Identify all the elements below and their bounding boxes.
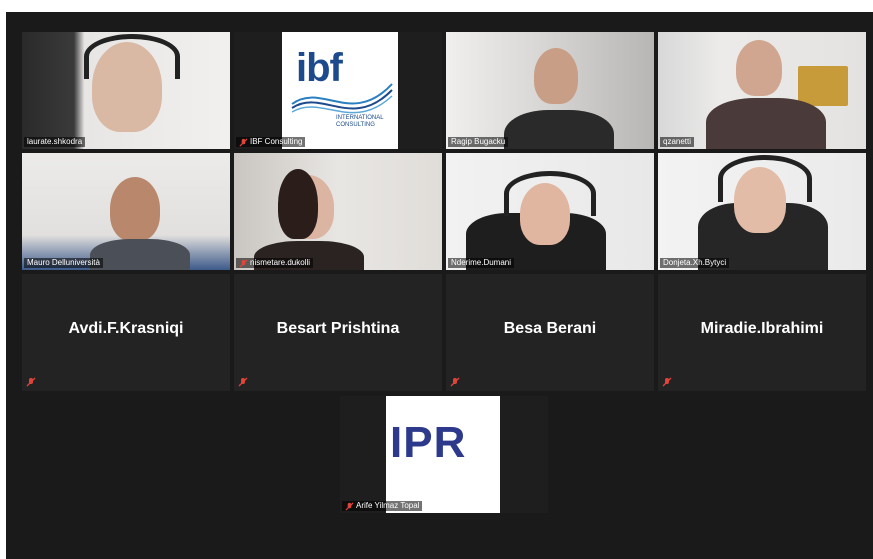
participant-name-tag: Nderime.Dumani (448, 258, 515, 268)
mic-muted-icon (345, 501, 354, 511)
participant-name-tag: Arife Yilmaz Topal (342, 501, 423, 511)
participant-name: Nderime.Dumani (451, 258, 512, 267)
ipr-logo: IPR (386, 396, 500, 513)
headset (504, 171, 596, 216)
participant-name-tag: IBF Consulting (236, 137, 306, 147)
participant-tile[interactable]: Ragip Bugacku (446, 32, 654, 149)
mic-muted-icon (26, 377, 36, 387)
participant-tile[interactable]: ibf INTERNATIONAL CONSULTING IBF Consult… (234, 32, 442, 149)
participant-name-tag: nismetare.dukolli (236, 258, 314, 268)
mic-muted-icon (450, 377, 460, 387)
participant-name: Arife Yilmaz Topal (356, 501, 420, 510)
participant-name: nismetare.dukolli (250, 258, 311, 267)
participant-tile[interactable]: Miradie.Ibrahimi (658, 274, 866, 391)
participant-hair (278, 169, 318, 239)
participant-name: Donjeta.Xh.Bytyci (663, 258, 727, 267)
participant-name-tag: Donjeta.Xh.Bytyci (660, 258, 730, 268)
mic-muted-icon (662, 377, 672, 387)
wave-icon (291, 83, 393, 114)
mic-muted-icon (239, 258, 248, 268)
participant-tile[interactable]: Avdi.F.Krasniqi (22, 274, 230, 391)
ibf-logo: ibf INTERNATIONAL CONSULTING (282, 32, 398, 149)
participant-photo (736, 40, 782, 96)
participant-tile[interactable]: Besart Prishtina (234, 274, 442, 391)
participant-tile[interactable]: Donjeta.Xh.Bytyci (658, 153, 866, 270)
participant-tile[interactable]: Nderime.Dumani (446, 153, 654, 270)
participant-tile[interactable]: Besa Berani (446, 274, 654, 391)
headset (718, 155, 812, 202)
participant-tile[interactable]: IPR Arife Yilmaz Topal (340, 396, 548, 513)
participant-tile[interactable]: laurate.shkodra (22, 32, 230, 149)
participant-name: qzanetti (663, 137, 692, 146)
participant-name: Besa Berani (503, 320, 597, 337)
wall-painting (798, 66, 848, 106)
ipr-logo-text: IPR (390, 418, 467, 467)
participant-name-tag: qzanetti (660, 137, 695, 147)
participant-name-tag: laurate.shkodra (24, 137, 86, 147)
participant-body (504, 110, 614, 149)
participant-name: Miradie.Ibrahimi (700, 320, 824, 337)
participant-name: laurate.shkodra (27, 137, 83, 146)
participant-tile[interactable]: Mauro Delluniversità (22, 153, 230, 270)
participant-body (90, 239, 190, 270)
participant-name-tag: Ragip Bugacku (448, 137, 509, 147)
participant-name: Avdi.F.Krasniqi (68, 320, 184, 337)
participant-photo (534, 48, 578, 104)
participant-tile-active-speaker[interactable]: qzanetti (658, 32, 866, 149)
mic-muted-icon (239, 137, 248, 147)
participant-name: Ragip Bugacku (451, 137, 506, 146)
participant-body (706, 98, 826, 149)
mic-muted-icon (238, 377, 248, 387)
participant-name-tag: Mauro Delluniversità (24, 258, 103, 268)
participant-name: IBF Consulting (250, 137, 303, 146)
participant-tile[interactable]: nismetare.dukolli (234, 153, 442, 270)
headset (84, 34, 180, 79)
meeting-gallery: laurate.shkodra ibf INTERNATIONAL CONSUL… (6, 12, 873, 559)
ibf-logo-subtitle: INTERNATIONAL CONSULTING (336, 115, 384, 128)
participant-name: Mauro Delluniversità (27, 258, 100, 267)
participant-name: Besart Prishtina (276, 320, 400, 337)
participant-photo (110, 177, 160, 241)
